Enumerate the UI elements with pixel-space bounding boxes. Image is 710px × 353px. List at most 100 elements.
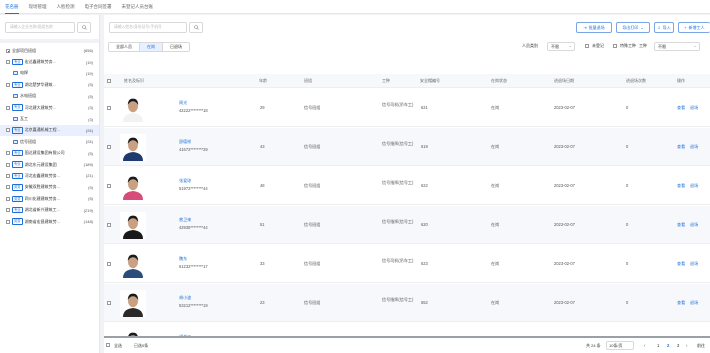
view-link[interactable]: 查看: [677, 300, 685, 306]
row-checkbox[interactable]: [107, 145, 111, 149]
tree-checkbox[interactable]: [6, 208, 10, 213]
worker-name-link[interactable]: 邵德祥: [179, 139, 191, 145]
exit-link[interactable]: 退场: [690, 222, 698, 228]
worker-id-number: 42222********18: [179, 108, 208, 113]
prev-page-button[interactable]: ‹: [644, 343, 645, 348]
page-1[interactable]: 1: [657, 343, 659, 348]
worker-photo: [120, 134, 146, 161]
row-checkbox[interactable]: [107, 106, 111, 110]
tree-checkbox[interactable]: [6, 185, 10, 190]
exit-link[interactable]: 退场: [690, 105, 698, 111]
tree-company-item[interactable]: 专业 湖北楚梦华建筑… (5): [0, 79, 99, 90]
tree-checkbox[interactable]: [6, 196, 10, 201]
tree-root[interactable]: 全部项目班组 (656): [0, 45, 99, 56]
view-link[interactable]: 查看: [677, 183, 685, 189]
tree-checkbox[interactable]: [6, 173, 10, 178]
worker-team: 信号班组: [304, 183, 321, 188]
tree-item-label: 国达建设集团有限公司: [24, 150, 65, 156]
tree-company-item[interactable]: 专业 湖北省新兴建筑工… (219): [0, 204, 99, 215]
next-page-button[interactable]: ›: [686, 343, 687, 348]
tab-unregistered[interactable]: 未登记人员台账: [122, 0, 154, 14]
org-search-input[interactable]: 请输入企业名称/班组名称: [5, 22, 75, 33]
exit-link[interactable]: 退场: [690, 144, 698, 150]
exit-link[interactable]: 退场: [690, 261, 698, 267]
view-link[interactable]: 查看: [677, 261, 685, 267]
worker-photo: [120, 212, 146, 239]
tree-checkbox[interactable]: [6, 128, 10, 133]
tab-roster[interactable]: 花名册: [5, 0, 19, 14]
tab-site-management[interactable]: 现场管理: [29, 0, 47, 14]
page-3[interactable]: 3: [677, 343, 679, 348]
exit-link[interactable]: 退场: [690, 300, 698, 306]
tree-checkbox[interactable]: [6, 219, 10, 224]
tree-item-count: (5): [88, 150, 93, 156]
special-worker-checkbox[interactable]: [613, 43, 617, 48]
tree-company-item[interactable]: 专业 宏达鑫建筑劳务… (19): [0, 56, 99, 67]
worker-search-input[interactable]: 请输入姓名/身份证号/手机号: [109, 22, 187, 33]
org-type-badge: 专业: [12, 206, 23, 214]
worker-search-button[interactable]: [189, 22, 203, 33]
tree-team-item[interactable]: 水电班组 (5): [0, 91, 99, 102]
view-link[interactable]: 查看: [677, 144, 685, 150]
header-select-checkbox[interactable]: [107, 79, 111, 83]
table-row: 周光 42222********18 29 信号班组 信号司机(吊车工) 621 在岗 202…: [104, 89, 710, 127]
batch-exit-button[interactable]: ⇥ 批量退场: [576, 22, 612, 33]
row-checkbox[interactable]: [107, 262, 111, 266]
table-row: 魏东 61232********17 33 信号班组 信号司机(吊车工) 623 在岗 202…: [104, 245, 710, 283]
tree-checkbox[interactable]: [6, 105, 10, 110]
org-search-button[interactable]: [77, 22, 91, 33]
tree-company-item[interactable]: 专业 北京嘉通机械工程… (24): [0, 124, 99, 137]
tab-face-detection[interactable]: 人脸检测: [57, 0, 75, 14]
view-link[interactable]: 查看: [677, 222, 685, 228]
worker-name-link[interactable]: 曾卫来: [179, 217, 191, 223]
select-all-checkbox[interactable]: [106, 343, 110, 347]
tree-team-item[interactable]: 电焊 (19): [0, 68, 99, 79]
page-size-select[interactable]: 10条/页: [606, 341, 634, 350]
person-type-select[interactable]: 不限: [547, 42, 575, 51]
row-checkbox[interactable]: [107, 301, 111, 305]
tab-exited[interactable]: 已退场: [163, 43, 189, 51]
select-all-label: 全选: [114, 343, 122, 348]
row-checkbox[interactable]: [107, 223, 111, 227]
row-checkbox[interactable]: [107, 184, 111, 188]
worktype-select[interactable]: 不限: [654, 42, 700, 51]
tree-company-item[interactable]: 专业 湖北东元建设集团 (189): [0, 159, 99, 170]
add-worker-button[interactable]: + 新增工人: [678, 22, 710, 33]
add-icon: +: [684, 25, 687, 30]
worker-name-link[interactable]: 周光: [179, 100, 187, 106]
tab-e-contract[interactable]: 电子合同签署: [85, 0, 112, 14]
org-tree: 全部项目班组 (656) 专业 宏达鑫建筑劳务… (19) 电焊 (19) 专业 湖北楚梦华建筑…: [0, 45, 99, 227]
tree-checkbox[interactable]: [6, 48, 10, 53]
tree-checkbox[interactable]: [6, 151, 10, 156]
tree-team-item[interactable]: 瓦工 (3): [0, 113, 99, 124]
import-button[interactable]: ⇩ 导入: [654, 22, 674, 33]
tree-company-item[interactable]: 劳务 湖南省宏昌建筑劳… (148): [0, 216, 99, 227]
tab-on-duty[interactable]: 在岗: [140, 43, 163, 51]
tree-checkbox[interactable]: [6, 162, 10, 167]
column-date: 进退场日期: [554, 78, 574, 83]
tree-company-item[interactable]: 专业 河北建大建筑劳… (3): [0, 102, 99, 113]
worker-name-link[interactable]: 魏东: [179, 256, 187, 262]
tree-company-item[interactable]: 专业 河北宏鑫建筑劳务… (21): [0, 170, 99, 181]
tree-checkbox[interactable]: [6, 60, 10, 65]
org-type-badge: 劳务: [12, 218, 23, 225]
worker-name-link[interactable]: 张爱琼: [179, 178, 191, 184]
tree-company-item[interactable]: 专业 国达建设集团有限公司 (5): [0, 148, 99, 159]
tree-checkbox[interactable]: [6, 82, 10, 87]
tree-item-label: 四川化建建筑劳务…: [24, 195, 61, 201]
tree-team-item[interactable]: 信号班组 (24): [0, 136, 99, 147]
page-2[interactable]: 2: [667, 343, 669, 348]
tree-company-item[interactable]: 劳务 安徽双胜建筑劳务… (9): [0, 182, 99, 193]
worker-id-number: 51972********44: [179, 186, 208, 191]
export-print-button[interactable]: 导出打印 ⌄: [616, 22, 650, 33]
column-times: 进退场次数: [626, 78, 646, 83]
view-link[interactable]: 查看: [677, 105, 685, 111]
tab-all-workers[interactable]: 全部人员: [109, 43, 140, 51]
top-tabs: 花名册 现场管理 人脸检测 电子合同签署 未登记人员台账: [0, 0, 710, 14]
tree-company-item[interactable]: 劳务 四川化建建筑劳务… (5): [0, 193, 99, 204]
exit-link[interactable]: 退场: [690, 183, 698, 189]
tree-item-label: 信号班组: [20, 138, 36, 144]
worker-name-link[interactable]: 胡小波: [179, 295, 191, 301]
worktype-label: 工种: [639, 43, 647, 48]
unregistered-checkbox[interactable]: [585, 43, 589, 48]
